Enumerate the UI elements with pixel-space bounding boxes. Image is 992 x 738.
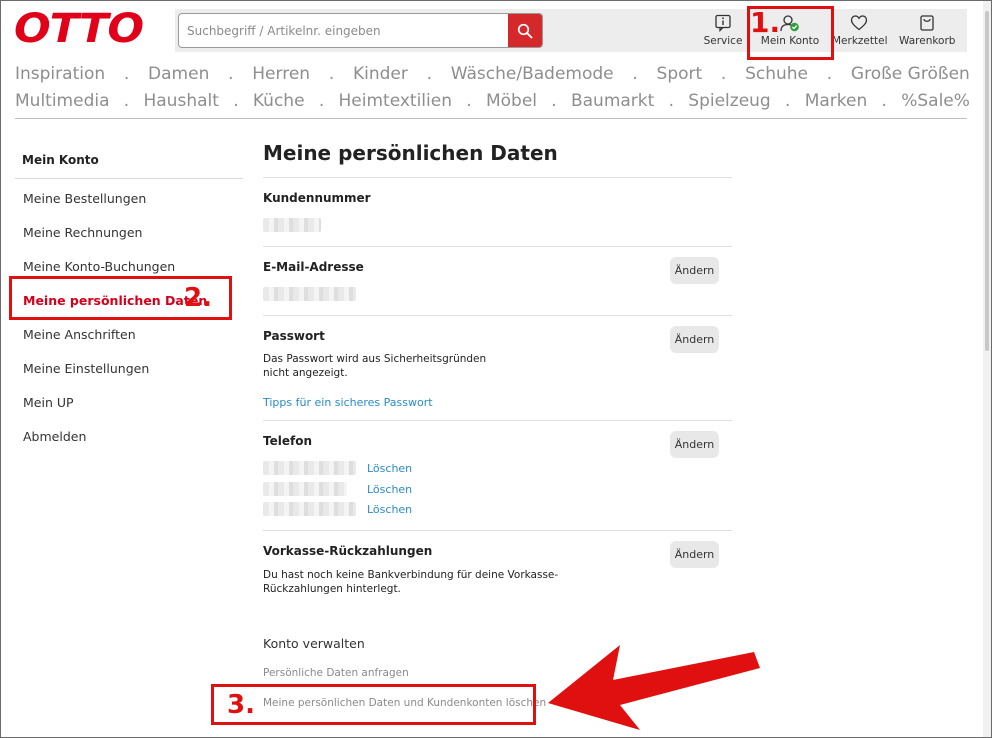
sidebar-item-anschriften[interactable]: Meine Anschriften <box>23 327 136 342</box>
nav-item-schuhe[interactable]: Schuhe <box>745 64 808 84</box>
vorkasse-change-button[interactable]: Ändern <box>670 541 719 568</box>
category-nav-row2: Multimedia. Haushalt. Küche. Heimtextilien.… <box>15 91 970 111</box>
section-divider <box>263 177 732 178</box>
telefon-3-delete-link[interactable]: Löschen <box>367 503 412 516</box>
nav-item-küche[interactable]: Küche <box>253 91 305 111</box>
nav-item-marken[interactable]: Marken <box>805 91 868 111</box>
sidebar-divider <box>15 178 243 179</box>
nav-separator: . <box>318 91 325 111</box>
annotation-box-3 <box>211 684 536 725</box>
nav-item--sale-[interactable]: %Sale% <box>901 91 970 111</box>
telefon-2-redacted <box>263 482 347 496</box>
sidebar-item-abmelden[interactable]: Abmelden <box>23 429 86 444</box>
annotation-arrow <box>548 645 760 730</box>
annotation-step-3: 3. <box>227 690 255 720</box>
section-divider <box>263 315 732 316</box>
passwort-change-button[interactable]: Ändern <box>670 326 719 353</box>
telefon-1-delete-link[interactable]: Löschen <box>367 462 412 475</box>
nav-separator: . <box>551 91 557 111</box>
category-nav-row1: Inspiration. Damen. Herren. Kinder. Wäsche/B… <box>15 64 970 84</box>
info-icon <box>715 14 731 32</box>
search-icon <box>517 23 533 38</box>
nav-separator: . <box>785 91 791 111</box>
header-warenkorb[interactable]: Warenkorb <box>899 14 955 50</box>
konto-verwalten-heading: Konto verwalten <box>263 636 365 651</box>
nav-item-baumarkt[interactable]: Baumarkt <box>571 91 654 111</box>
sidebar-item-mein-up[interactable]: Mein UP <box>23 395 74 410</box>
header-merkzettel-label: Merkzettel <box>832 35 888 47</box>
nav-separator: . <box>826 64 833 84</box>
header-service[interactable]: Service <box>703 14 743 50</box>
nav-item-multimedia[interactable]: Multimedia <box>15 91 110 111</box>
passwort-hint-line1: Das Passwort wird aus Sicherheitsgründen <box>263 353 487 365</box>
header-warenkorb-label: Warenkorb <box>899 35 956 47</box>
page-title: Meine persönlichen Daten <box>263 141 558 165</box>
nav-separator: . <box>123 64 130 84</box>
telefon-label: Telefon <box>263 434 312 448</box>
nav-item-kinder[interactable]: Kinder <box>353 64 408 84</box>
kundennummer-value-redacted <box>263 218 321 232</box>
nav-separator: . <box>668 91 674 111</box>
email-label: E-Mail-Adresse <box>263 260 364 274</box>
nav-separator: . <box>720 64 727 84</box>
telefon-change-button[interactable]: Ändern <box>670 431 719 458</box>
nav-item-inspiration[interactable]: Inspiration <box>15 64 105 84</box>
sidebar-item-konto-buchungen[interactable]: Meine Konto-Buchungen <box>23 259 175 274</box>
nav-separator: . <box>123 91 130 111</box>
nav-separator: . <box>228 64 234 84</box>
scrollbar-thumb[interactable] <box>985 11 989 351</box>
vorkasse-label: Vorkasse-Rückzahlungen <box>263 544 433 558</box>
telefon-3-redacted <box>263 502 356 516</box>
daten-anfragen-link[interactable]: Persönliche Daten anfragen <box>263 667 409 679</box>
sidebar-item-bestellungen[interactable]: Meine Bestellungen <box>23 191 146 206</box>
sidebar-item-rechnungen[interactable]: Meine Rechnungen <box>23 225 142 240</box>
bag-icon <box>920 15 934 31</box>
heart-icon <box>850 15 868 31</box>
nav-separator: . <box>328 64 335 84</box>
nav-item-sport[interactable]: Sport <box>657 64 703 84</box>
nav-item-spielzeug[interactable]: Spielzeug <box>688 91 770 111</box>
email-value-redacted <box>263 287 356 301</box>
nav-item-heimtextilien[interactable]: Heimtextilien <box>339 91 452 111</box>
telefon-1-redacted <box>263 461 356 475</box>
passwort-hint-line2: nicht angezeigt. <box>263 367 348 379</box>
nav-item-möbel[interactable]: Möbel <box>486 91 537 111</box>
nav-item-große-größen[interactable]: Große Größen <box>851 64 970 84</box>
sidebar-title: Mein Konto <box>22 153 99 167</box>
nav-item-herren[interactable]: Herren <box>252 64 310 84</box>
nav-divider <box>15 118 967 119</box>
sidebar-item-einstellungen[interactable]: Meine Einstellungen <box>23 361 149 376</box>
search-box <box>178 13 543 48</box>
section-divider <box>263 530 732 531</box>
nav-separator: . <box>466 91 472 111</box>
vorkasse-hint-line2: Rückzahlungen hinterlegt. <box>263 583 401 595</box>
nav-separator: . <box>233 91 239 111</box>
section-divider <box>263 246 732 247</box>
kundennummer-label: Kundennummer <box>263 191 371 205</box>
nav-item-wäsche-bademode[interactable]: Wäsche/Bademode <box>451 64 614 84</box>
telefon-2-delete-link[interactable]: Löschen <box>367 483 412 496</box>
section-divider <box>263 420 732 421</box>
nav-separator: . <box>426 64 433 84</box>
nav-item-haushalt[interactable]: Haushalt <box>143 91 218 111</box>
search-input[interactable] <box>187 14 507 47</box>
passwort-tips-link[interactable]: Tipps für ein sicheres Passwort <box>263 396 433 409</box>
passwort-label: Passwort <box>263 329 325 343</box>
otto-logo[interactable]: OTTO <box>14 9 144 49</box>
nav-item-damen[interactable]: Damen <box>148 64 209 84</box>
annotation-step-1: 1. <box>750 6 781 39</box>
header-service-label: Service <box>703 35 743 47</box>
nav-separator: . <box>632 64 638 84</box>
vorkasse-hint-line1: Du hast noch keine Bankverbindung für de… <box>263 569 559 581</box>
header-merkzettel[interactable]: Merkzettel <box>832 14 888 50</box>
email-change-button[interactable]: Ändern <box>670 257 719 284</box>
scrollbar[interactable] <box>983 1 991 737</box>
nav-separator: . <box>881 91 887 111</box>
search-button[interactable] <box>508 14 542 47</box>
annotation-step-2: 2. <box>184 283 212 313</box>
